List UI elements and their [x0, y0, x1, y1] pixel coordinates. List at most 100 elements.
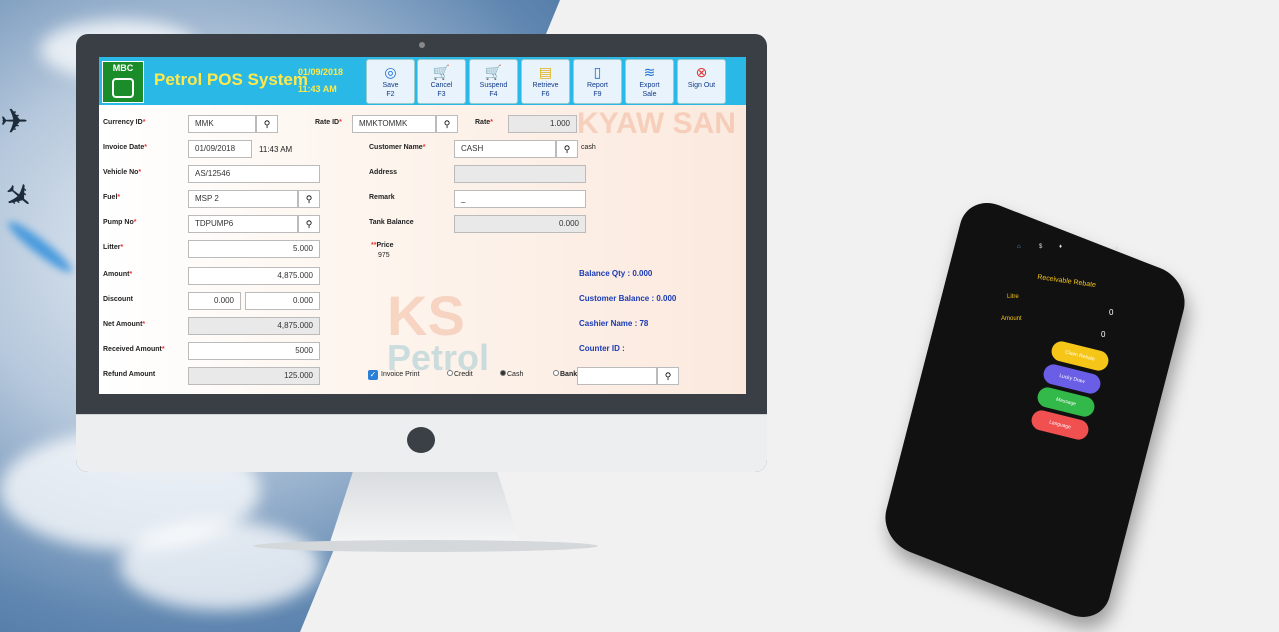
save-label: Save: [382, 82, 399, 89]
export-label: Export: [639, 82, 660, 89]
bank-input[interactable]: [577, 367, 657, 385]
cancel-label: Cancel: [430, 82, 453, 89]
tank-balance-label: Tank Balance: [369, 219, 414, 226]
retrieve-label: Retrieve: [532, 82, 559, 89]
cash-radio[interactable]: [500, 370, 506, 376]
invoice-date-label: Invoice Date*: [103, 144, 147, 151]
customer-name-input[interactable]: CASH: [454, 140, 556, 158]
currency-input[interactable]: MMK: [188, 115, 256, 133]
litre-value: 0: [1109, 308, 1114, 317]
received-amount-input[interactable]: 5000: [188, 342, 320, 360]
invoice-time: 11:43 AM: [259, 145, 293, 154]
discount-percent-input[interactable]: 0.000: [188, 292, 241, 310]
cashier-name: Cashier Name : 78: [579, 319, 649, 328]
litter-input[interactable]: 5.000: [188, 240, 320, 258]
discount-amount-input[interactable]: 0.000: [245, 292, 320, 310]
bank-label: Bank: [560, 371, 578, 378]
suspend-button[interactable]: 🛒 Suspend F4: [469, 59, 518, 104]
logo-text: MBC: [112, 63, 134, 73]
suspend-key: F4: [489, 91, 498, 98]
report-label: Report: [586, 82, 608, 89]
vehicle-input[interactable]: AS/12546: [188, 165, 320, 183]
camera-dot: [419, 42, 425, 48]
app-header: MBC Petrol POS System 01/09/2018 11:43 A…: [99, 57, 746, 105]
sign-out-button[interactable]: ⊗ Sign Out: [677, 59, 726, 104]
bank-search-button[interactable]: ⚲: [657, 367, 679, 385]
app-logo: MBC: [102, 61, 144, 103]
report-button[interactable]: ▯ Report F9: [573, 59, 622, 104]
litter-label: Litter*: [103, 244, 124, 251]
currency-label: Currency ID*: [103, 119, 146, 126]
address-input[interactable]: [454, 165, 586, 183]
save-button[interactable]: ◎ Save F2: [366, 59, 415, 104]
net-amount-label: Net Amount*: [103, 321, 146, 328]
header-time: 11:43 AM: [298, 84, 337, 94]
pump-input[interactable]: TDPUMP6: [188, 215, 298, 233]
customer-name-label: Customer Name*: [369, 144, 426, 151]
counter-id: Counter ID :: [579, 344, 625, 353]
price-label: **Price: [371, 242, 394, 249]
save-icon: ◎: [384, 64, 397, 80]
customer-search-button[interactable]: ⚲: [556, 140, 578, 158]
search-icon: ⚲: [305, 194, 313, 204]
bank-radio[interactable]: [553, 370, 559, 376]
received-amount-label: Received Amount*: [103, 346, 165, 353]
rate-id-search-button[interactable]: ⚲: [436, 115, 458, 133]
monitor-stand: [330, 472, 520, 542]
export-key: Sale: [642, 91, 657, 98]
price-icon: $: [1039, 244, 1043, 250]
credit-radio[interactable]: [447, 370, 453, 376]
pos-screen: MBC Petrol POS System 01/09/2018 11:43 A…: [99, 57, 746, 394]
rate-input[interactable]: 1.000: [508, 115, 577, 133]
price-value: 975: [378, 252, 390, 259]
report-key: F9: [593, 91, 602, 98]
retrieve-button[interactable]: ▤ Retrieve F6: [521, 59, 570, 104]
invoice-print-label: Invoice Print: [381, 371, 420, 378]
refund-amount-label: Refund Amount: [103, 371, 156, 378]
fuel-label: Fuel*: [103, 194, 121, 201]
amount-value: 0: [1101, 330, 1106, 339]
search-icon: ⚲: [305, 219, 313, 229]
rate-id-label: Rate ID*: [315, 119, 342, 126]
fuel-input[interactable]: MSP 2: [188, 190, 298, 208]
pump-search-button[interactable]: ⚲: [298, 215, 320, 233]
rebate-title: Receivable Rebate: [1036, 273, 1097, 290]
cash-label: Cash: [507, 371, 524, 378]
refund-amount-input[interactable]: 125.000: [188, 367, 320, 385]
monitor-stand-base: [253, 540, 598, 552]
discount-label: Discount: [103, 296, 133, 303]
currency-search-button[interactable]: ⚲: [256, 115, 278, 133]
home-icon: ⌂: [1017, 244, 1021, 250]
sign-out-label: Sign Out: [687, 82, 716, 89]
export-icon: ≋: [643, 64, 656, 80]
customer-name-extra: cash: [581, 144, 596, 151]
amount-input[interactable]: 4,875.000: [188, 267, 320, 285]
remark-label: Remark: [369, 194, 395, 201]
export-sale-button[interactable]: ≋ Export Sale: [625, 59, 674, 104]
sale-form: KYAW SAN KS Petrol Currency ID* MMK ⚲ Ra…: [99, 105, 746, 394]
jet-icon: ✈: [0, 103, 29, 141]
invoice-date-input[interactable]: 01/09/2018: [188, 140, 252, 158]
search-icon: ⚲: [563, 144, 571, 154]
vehicle-label: Vehicle No*: [103, 169, 142, 176]
balance-qty: Balance Qty : 0.000: [579, 269, 653, 278]
logo-icon: [112, 78, 134, 98]
invoice-print-checkbox[interactable]: ✓: [368, 370, 378, 380]
fuel-search-button[interactable]: ⚲: [298, 190, 320, 208]
rate-id-input[interactable]: MMKTOMMK: [352, 115, 436, 133]
customer-balance: Customer Balance : 0.000: [579, 294, 677, 303]
remark-input[interactable]: _: [454, 190, 586, 208]
retrieve-key: F6: [541, 91, 550, 98]
save-key: F2: [386, 91, 395, 98]
cancel-button[interactable]: 🛒 Cancel F3: [417, 59, 466, 104]
retrieve-icon: ▤: [538, 64, 553, 80]
credit-label: Credit: [454, 371, 473, 378]
app-title: Petrol POS System: [154, 70, 309, 89]
cancel-key: F3: [437, 91, 446, 98]
tank-balance-input[interactable]: 0.000: [454, 215, 586, 233]
amount-label: Amount: [1001, 316, 1022, 322]
suspend-cart-icon: 🛒: [484, 64, 503, 80]
cancel-cart-icon: 🛒: [432, 64, 451, 80]
net-amount-input[interactable]: 4,875.000: [188, 317, 320, 335]
watermark-brand: KYAW SAN: [577, 107, 736, 140]
